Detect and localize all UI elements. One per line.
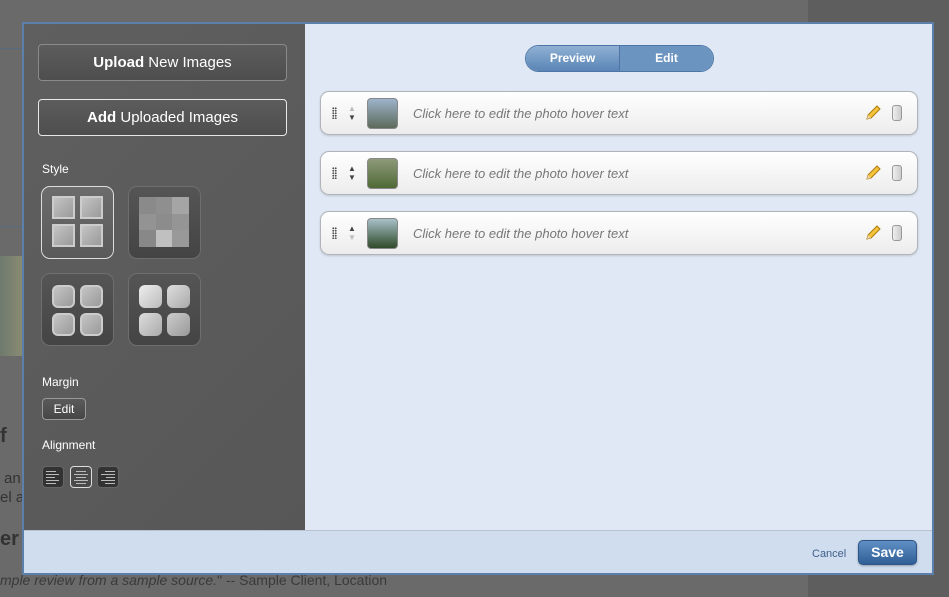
mosaic-tile bbox=[155, 197, 173, 214]
align-center-button[interactable] bbox=[70, 466, 92, 488]
mosaic-tile bbox=[155, 230, 173, 247]
alignment-label: Alignment bbox=[42, 438, 96, 452]
tab-edit[interactable]: Edit bbox=[620, 46, 713, 71]
pencil-icon[interactable] bbox=[864, 164, 882, 182]
upload-new-images-button[interactable]: Upload New Images bbox=[38, 44, 287, 81]
drag-handle-icon[interactable] bbox=[332, 107, 337, 119]
background-text: el a bbox=[0, 489, 25, 506]
style-label: Style bbox=[42, 162, 69, 176]
photo-hover-text[interactable]: Click here to edit the photo hover text bbox=[413, 106, 628, 121]
mosaic-tile bbox=[172, 197, 189, 214]
move-down-icon[interactable]: ▼ bbox=[348, 234, 356, 242]
photo-hover-text[interactable]: Click here to edit the photo hover text bbox=[413, 226, 628, 241]
save-button[interactable]: Save bbox=[858, 540, 917, 565]
settings-panel: Upload New Images Add Uploaded Images St… bbox=[24, 24, 305, 530]
style-rounded-grid-light-button[interactable] bbox=[128, 273, 201, 346]
drag-handle-icon[interactable] bbox=[332, 227, 337, 239]
view-toggle: Preview Edit bbox=[525, 45, 714, 72]
move-up-icon[interactable]: ▲ bbox=[348, 105, 356, 113]
photo-thumbnail bbox=[367, 98, 398, 129]
align-left-button[interactable] bbox=[42, 466, 64, 488]
pencil-icon[interactable] bbox=[864, 104, 882, 122]
mosaic-tile bbox=[139, 213, 156, 231]
move-up-icon[interactable]: ▲ bbox=[348, 165, 356, 173]
move-down-icon[interactable]: ▼ bbox=[348, 114, 356, 122]
mosaic-tile bbox=[155, 213, 173, 231]
gallery-editor-dialog: Upload New Images Add Uploaded Images St… bbox=[22, 22, 934, 575]
tab-preview[interactable]: Preview bbox=[526, 46, 620, 71]
margin-label: Margin bbox=[42, 375, 79, 389]
mosaic-tile bbox=[139, 197, 156, 214]
trash-icon[interactable] bbox=[892, 225, 902, 241]
drag-handle-icon[interactable] bbox=[332, 167, 337, 179]
trash-icon[interactable] bbox=[892, 165, 902, 181]
margin-edit-button[interactable]: Edit bbox=[42, 398, 86, 420]
cancel-button[interactable]: Cancel bbox=[812, 548, 846, 560]
photo-hover-text[interactable]: Click here to edit the photo hover text bbox=[413, 166, 628, 181]
move-down-icon[interactable]: ▼ bbox=[348, 174, 356, 182]
add-uploaded-images-button[interactable]: Add Uploaded Images bbox=[38, 99, 287, 136]
mosaic-tile bbox=[139, 230, 156, 247]
photo-thumbnail bbox=[367, 218, 398, 249]
background-image bbox=[0, 256, 22, 356]
mosaic-tile bbox=[172, 213, 189, 231]
align-right-button[interactable] bbox=[97, 466, 119, 488]
style-rounded-grid-button[interactable] bbox=[41, 273, 114, 346]
style-square-grid-button[interactable] bbox=[41, 186, 114, 259]
mosaic-tile bbox=[172, 230, 189, 247]
dialog-footer: Cancel Save bbox=[24, 530, 932, 573]
photo-row: ▲ ▼ Click here to edit the photo hover t… bbox=[320, 91, 918, 135]
trash-icon[interactable] bbox=[892, 105, 902, 121]
style-mosaic-button[interactable] bbox=[128, 186, 201, 259]
photo-row: ▲ ▼ Click here to edit the photo hover t… bbox=[320, 211, 918, 255]
photo-thumbnail bbox=[367, 158, 398, 189]
move-up-icon[interactable]: ▲ bbox=[348, 225, 356, 233]
background-text: an bbox=[4, 470, 21, 487]
background-text: f bbox=[0, 425, 7, 447]
pencil-icon[interactable] bbox=[864, 224, 882, 242]
photo-row: ▲ ▼ Click here to edit the photo hover t… bbox=[320, 151, 918, 195]
